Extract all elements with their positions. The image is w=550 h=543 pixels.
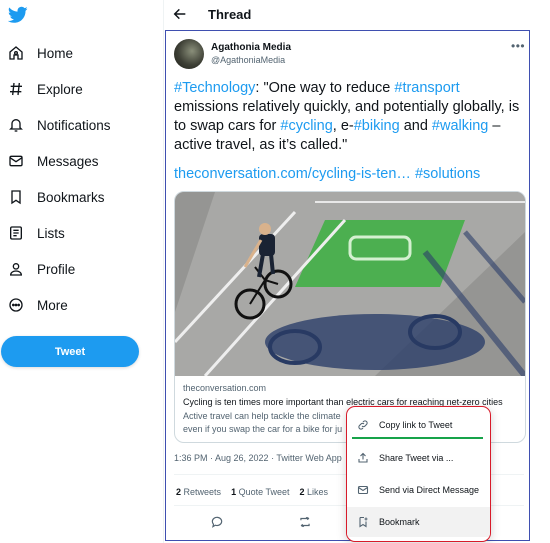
share-icon [356,451,370,465]
bell-icon [6,115,26,135]
bookmark-icon [6,187,26,207]
tweet-text-segment: : "One way to reduce [255,80,395,96]
sidebar-item-label: Explore [37,81,83,97]
sidebar-item-label: Bookmarks [37,189,105,205]
quotes-label: Quote Tweet [238,487,290,497]
menu-item-label: Bookmark [379,517,420,527]
sidebar-item-label: More [37,297,68,313]
envelope-icon [6,151,26,171]
copy-link-underline [352,437,483,439]
share-via-menu-item[interactable]: Share Tweet via ... [347,443,490,473]
menu-item-label: Share Tweet via ... [379,453,454,463]
sidebar-item-label: Notifications [37,117,111,133]
retweets-stat[interactable]: 2 Retweets [176,487,221,497]
sidebar-item-profile[interactable]: Profile [6,254,75,284]
quotes-count: 1 [231,487,237,497]
likes-count: 2 [299,487,305,497]
twitter-bird-icon[interactable] [8,6,28,24]
author-name[interactable]: Agathonia Media [211,42,291,53]
hashtag-icon [6,79,26,99]
hashtag-link[interactable]: #Technology [174,80,255,96]
menu-item-label: Copy link to Tweet [379,420,453,430]
sidebar-divider [163,0,164,543]
sidebar-item-home[interactable]: Home [6,38,73,68]
link-icon [356,418,370,432]
sidebar: Home Explore Notifications Messages Book… [0,0,160,543]
tweet-text-segment: , e- [332,118,354,134]
quotes-stat[interactable]: 1 Quote Tweet [231,487,289,497]
sidebar-item-explore[interactable]: Explore [6,74,83,104]
bookmark-add-icon [356,515,370,529]
sidebar-item-label: Messages [37,153,99,169]
more-options-icon[interactable]: ••• [511,39,525,53]
hashtag-link[interactable]: #biking [354,118,400,134]
retweets-count: 2 [176,487,182,497]
copy-link-menu-item[interactable]: Copy link to Tweet [347,410,490,440]
bookmark-menu-item[interactable]: Bookmark [347,507,490,537]
sidebar-item-notifications[interactable]: Notifications [6,110,111,140]
sidebar-item-more[interactable]: More [6,290,68,320]
tweet-text-segment: and [399,118,432,134]
likes-label: Likes [307,487,329,497]
avatar[interactable] [174,39,204,69]
card-image [175,192,525,376]
sidebar-item-label: Lists [37,225,65,241]
list-icon [6,223,26,243]
sidebar-item-messages[interactable]: Messages [6,146,99,176]
sidebar-item-label: Home [37,45,74,61]
card-domain: theconversation.com [183,383,267,393]
tweet-links: theconversation.com/cycling-is-ten… #sol… [174,166,480,182]
tweet-text: #Technology: "One way to reduce #transpo… [174,79,524,155]
person-icon [6,259,26,279]
author-handle[interactable]: @AgathoniaMedia [211,55,285,65]
likes-stat[interactable]: 2 Likes [299,487,328,497]
retweets-label: Retweets [183,487,222,497]
retweet-icon[interactable] [298,515,314,531]
menu-item-label: Send via Direct Message [379,485,480,495]
more-circle-icon [6,295,26,315]
tweet-stats: 2 Retweets 1 Quote Tweet 2 Likes [176,487,328,497]
home-icon [6,43,26,63]
send-dm-menu-item[interactable]: Send via Direct Message [347,475,490,505]
sidebar-item-bookmarks[interactable]: Bookmarks [6,182,105,212]
hashtag-link[interactable]: #solutions [415,166,480,182]
page-title: Thread [208,7,252,22]
hashtag-link[interactable]: #transport [394,80,459,96]
thread-header: Thread [164,0,550,30]
envelope-icon [356,483,370,497]
reply-icon[interactable] [210,515,226,531]
sidebar-item-lists[interactable]: Lists [6,218,65,248]
tweet-meta: 1:36 PM · Aug 26, 2022 · Twitter Web App [174,453,342,463]
hashtag-link[interactable]: #cycling [280,118,332,134]
hashtag-link[interactable]: #walking [432,118,488,134]
url-link[interactable]: theconversation.com/cycling-is-ten… [174,166,411,182]
tweet-button[interactable]: Tweet [1,336,139,367]
arrow-left-icon[interactable] [172,6,190,24]
share-menu: Copy link to Tweet Share Tweet via ... S… [346,406,491,542]
sidebar-item-label: Profile [37,261,76,277]
